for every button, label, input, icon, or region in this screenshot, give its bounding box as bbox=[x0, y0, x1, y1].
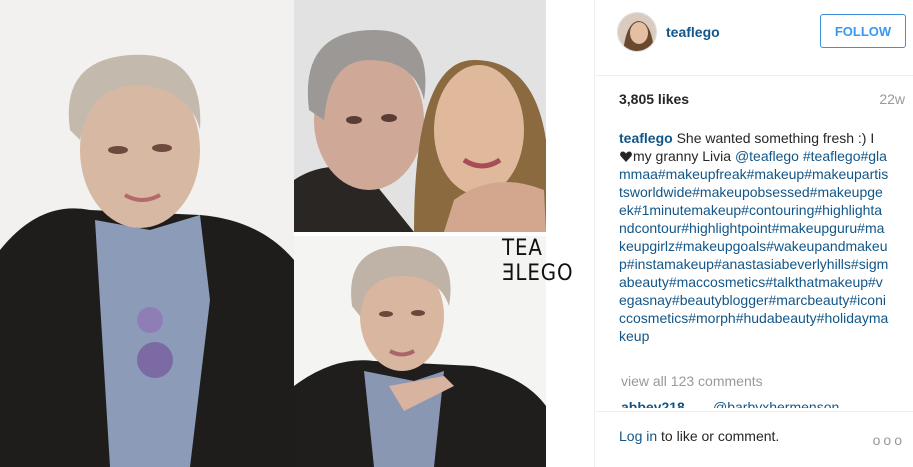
comment-author[interactable]: abbey218 bbox=[621, 398, 685, 408]
login-prompt: Log in to like or comment. bbox=[619, 428, 779, 444]
photo-grandmother-portrait bbox=[0, 0, 294, 467]
post-stats: 3,805 likes 22w bbox=[619, 91, 905, 111]
post-caption: teaflego She wanted something fresh :) I… bbox=[619, 129, 889, 345]
likes-count[interactable]: 3,805 likes bbox=[619, 91, 689, 107]
author-username[interactable]: teaflego bbox=[666, 24, 720, 40]
post-header: teaflego FOLLOW bbox=[595, 0, 913, 76]
caption-author[interactable]: teaflego bbox=[619, 130, 673, 146]
photo-selfie-with-granny bbox=[294, 0, 546, 232]
follow-button[interactable]: FOLLOW bbox=[820, 14, 906, 48]
comment-preview-partial: abbey218 @barbyxhermenson bbox=[621, 398, 891, 408]
post-footer: Log in to like or comment. ooo bbox=[595, 411, 913, 467]
post-photo[interactable]: TEA ƎLEGO bbox=[0, 0, 594, 467]
instagram-post: TEA ƎLEGO teaflego FOLLOW 3,805 likes 22… bbox=[0, 0, 913, 467]
post-side-panel: teaflego FOLLOW 3,805 likes 22w teaflego… bbox=[594, 0, 913, 467]
avatar[interactable] bbox=[617, 12, 657, 52]
more-options-icon[interactable]: ooo bbox=[873, 432, 905, 448]
caption-mention[interactable]: @teaflego bbox=[735, 148, 799, 164]
teaflego-watermark-logo: TEA ƎLEGO bbox=[502, 236, 574, 286]
view-all-comments-link[interactable]: view all 123 comments bbox=[621, 373, 763, 389]
login-prompt-text: to like or comment. bbox=[657, 428, 780, 444]
comment-mention[interactable]: @barbyxhermenson bbox=[713, 398, 839, 408]
login-link[interactable]: Log in bbox=[619, 428, 657, 444]
caption-text-2: my granny Livia bbox=[633, 148, 732, 164]
heart-icon bbox=[620, 151, 632, 162]
caption-hashtags[interactable]: #teaflego#glammaa#makeupfreak#makeup#mak… bbox=[619, 148, 888, 344]
post-age[interactable]: 22w bbox=[879, 91, 905, 107]
caption-text-1: She wanted something fresh :) I bbox=[676, 130, 875, 146]
